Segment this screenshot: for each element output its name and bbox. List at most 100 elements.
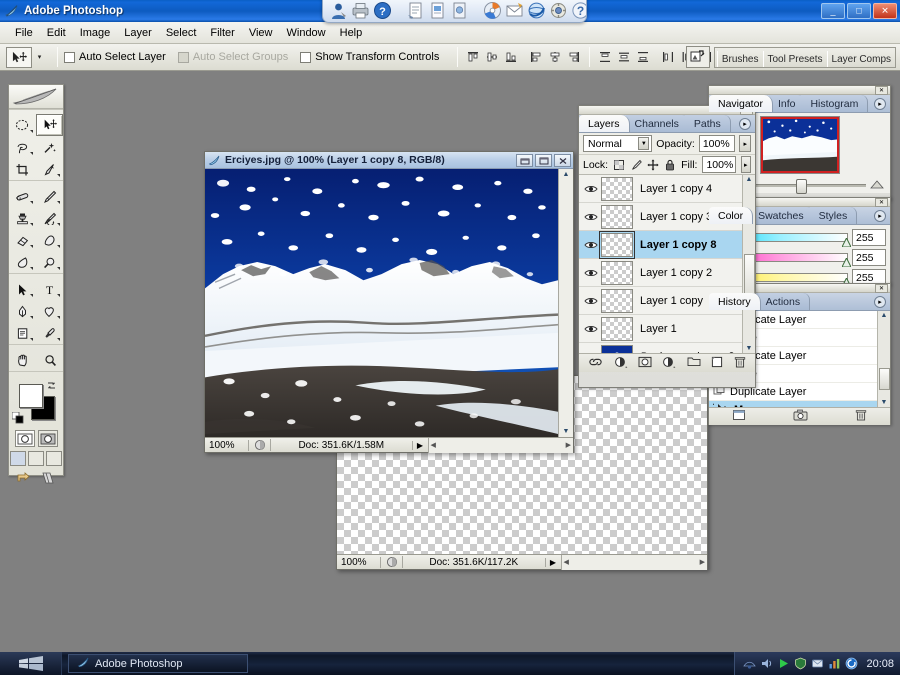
layer-thumbnail[interactable] [601,260,633,285]
path-selection-tool-button[interactable] [9,278,36,300]
gradient-tool-button[interactable] [36,229,63,251]
history-palette-menu-icon[interactable]: ▸ [874,296,886,308]
history-palette-scrollbar[interactable]: ▲ ▼ [877,311,890,407]
scroll-down-arrow[interactable]: ▼ [563,427,570,436]
delete-state-icon[interactable] [855,409,867,424]
erciyes-document-title-bar[interactable]: Erciyes.jpg @ 100% (Layer 1 copy 8, RGB/… [205,152,573,169]
menu-filter[interactable]: Filter [203,25,241,41]
layer-style-icon[interactable] [614,356,628,371]
taskbar-item-adobe-photoshop[interactable]: Adobe Photoshop [68,654,248,673]
layers-palette-menu-icon[interactable]: ▸ [739,118,751,130]
layer-row-background[interactable]: Background [579,343,742,353]
standard-mask-mode-button[interactable] [14,430,35,447]
lasso-tool-button[interactable] [9,136,36,158]
distribute-bottom-edges-button[interactable] [634,48,652,67]
zoom-in-icon[interactable] [870,179,884,192]
blend-mode-select[interactable]: Normal ▼ [583,135,653,152]
navigator-palette-grip[interactable]: ✕ [709,86,890,95]
slice-tool-button[interactable] [36,158,63,180]
foreground-color-swatch[interactable] [19,384,43,408]
adjustment-layer-icon[interactable] [662,356,676,371]
layers-palette[interactable]: ✕ Layers Channels Paths ▸ Normal ▼ Opaci… [578,105,756,388]
layer-name[interactable]: Layer 1 copy 8 [640,239,742,251]
menu-image[interactable]: Image [73,25,118,41]
new-group-icon[interactable] [687,356,701,370]
network-icon[interactable] [743,657,757,670]
marquee-tool-button[interactable] [9,114,36,136]
floating-quick-launch-toolbar[interactable]: ? ? ? [322,0,587,23]
align-right-edges-button[interactable] [565,48,583,67]
tab-layers[interactable]: Layers [579,115,630,132]
transparent-document-horizontal-scrollbar[interactable]: ◀ ▶ [560,554,707,570]
start-button[interactable] [0,652,62,675]
align-vertical-centers-button[interactable] [483,48,501,67]
brush-preset-picker-button[interactable] [685,46,710,68]
magic-wand-tool-button[interactable] [36,136,63,158]
menu-layer[interactable]: Layer [117,25,159,41]
layer-row-layer-1-copy-8[interactable]: Layer 1 copy 8 [579,230,742,259]
scroll-left-arrow[interactable]: ◀ [564,558,569,566]
distribute-left-edges-button[interactable] [659,48,677,67]
menu-window[interactable]: Window [280,25,333,41]
layer-visibility-icon[interactable] [581,296,601,306]
tool-preset-dropdown[interactable]: ▾ [33,47,46,68]
erciyes-document-canvas[interactable] [205,169,558,437]
layer-name[interactable]: Layer 1 [640,323,742,335]
green-channel-slider-knob[interactable] [841,256,852,268]
full-screen-with-menubar-button[interactable] [28,451,44,466]
snowy-mountain-thumbnail[interactable] [759,116,840,174]
settings-icon[interactable] [549,1,568,20]
layer-visibility-icon[interactable] [581,184,601,194]
swap-colors-icon[interactable] [46,380,57,394]
lock-image-pixels-icon[interactable] [630,158,642,171]
scroll-left-arrow[interactable]: ◀ [431,441,436,449]
full-screen-mode-button[interactable] [46,451,62,466]
erciyes-document-horizontal-scrollbar[interactable]: ◀ ▶ [427,437,573,453]
tab-paths[interactable]: Paths [684,115,731,132]
erciyes-document-zoom-level[interactable]: 100% [205,439,249,451]
tab-styles[interactable]: Styles [809,207,858,224]
crop-tool-button[interactable] [9,158,36,180]
layer-visibility-icon[interactable] [581,240,601,250]
opacity-stepper[interactable]: ▸ [739,135,751,152]
color-palette-close-icon[interactable]: ✕ [875,198,888,207]
type-tool-button[interactable]: T [36,278,63,300]
media-icon[interactable] [777,657,790,670]
navigator-palette-menu-icon[interactable]: ▸ [874,98,886,110]
menu-help[interactable]: Help [333,25,370,41]
user-icon[interactable] [329,1,348,20]
new-snapshot-icon[interactable] [793,409,808,424]
layer-visibility-icon[interactable] [581,212,601,222]
messenger-icon[interactable] [811,657,824,670]
align-left-edges-button[interactable] [527,48,545,67]
layer-thumbnail[interactable] [601,316,633,341]
chart-icon[interactable] [828,657,841,670]
antivirus-icon[interactable] [845,657,858,670]
delete-layer-icon[interactable] [734,356,746,371]
blur-tool-button[interactable] [9,251,36,273]
brush-tool-button[interactable] [36,185,63,207]
opacity-value[interactable]: 100% [698,135,736,152]
pen-tool-button[interactable] [9,300,36,322]
tab-actions[interactable]: Actions [756,293,811,310]
navigator-zoom-slider-knob[interactable] [795,178,807,194]
layer-name[interactable]: Background [640,351,720,354]
help-icon[interactable]: ? [373,1,392,20]
mail-icon[interactable] [505,1,524,20]
new-document-from-state-icon[interactable] [732,409,746,424]
layer-row-layer-1-copy-4[interactable]: Layer 1 copy 4 [579,175,742,203]
move-tool-button[interactable] [36,114,63,136]
history-state-move-3-selected[interactable]: Move [709,401,877,407]
palette-well-tab-brushes[interactable]: Brushes [716,50,763,67]
volume-icon[interactable] [760,657,773,670]
show-transform-controls-checkbox[interactable]: Show Transform Controls [300,51,439,63]
layer-row-layer-1[interactable]: Layer 1 [579,315,742,343]
fill-value[interactable]: 100% [702,156,736,173]
shield-icon[interactable] [794,657,807,670]
navigator-palette-close-icon[interactable]: ✕ [875,86,888,95]
document-icon-1[interactable] [406,1,425,20]
tab-histogram[interactable]: Histogram [801,95,869,112]
layers-palette-scrollbar[interactable]: ▲ ▼ [742,175,755,353]
eyedropper-tool-button[interactable] [36,322,63,344]
scroll-down-arrow[interactable]: ▼ [746,344,753,353]
